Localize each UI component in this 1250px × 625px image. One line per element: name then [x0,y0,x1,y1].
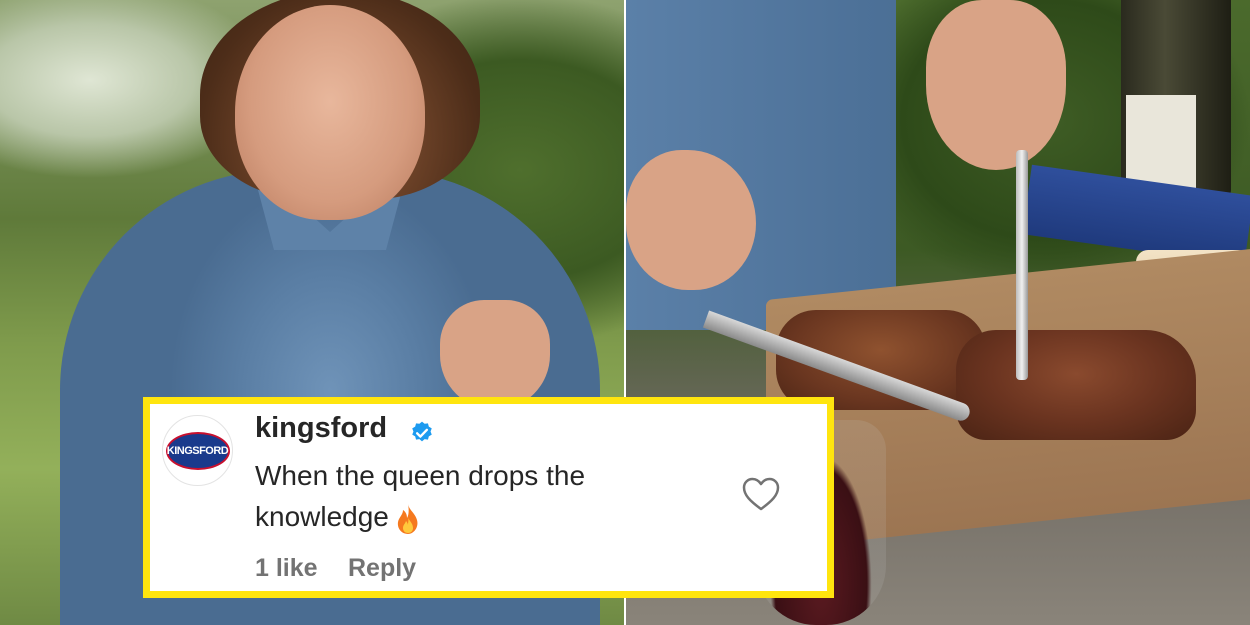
kingsford-logo: KINGSFORD [165,431,230,470]
right-hand [926,0,1066,170]
logo-text: KINGSFORD [166,444,229,457]
avatar[interactable]: KINGSFORD [162,415,233,486]
comment-text: When the queen drops the knowledge [255,455,695,537]
fire-icon [397,503,418,534]
carving-fork [1016,150,1028,380]
raised-hand [440,300,550,410]
left-hand [626,150,756,290]
face [235,5,425,220]
likes-count[interactable]: 1 like [255,554,318,583]
verified-badge-icon [412,421,432,442]
comment-username[interactable]: kingsford [255,412,387,445]
reply-button[interactable]: Reply [348,554,416,583]
steak [956,330,1196,440]
heart-icon[interactable] [740,474,782,514]
comment-card: KINGSFORD kingsford When the queen drops… [143,397,834,598]
